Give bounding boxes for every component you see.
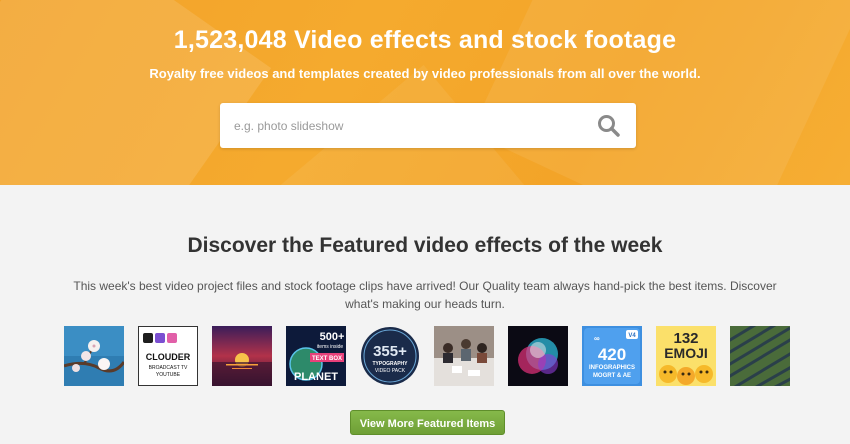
thumbnail-text: MOGRT & AE	[593, 373, 631, 379]
solar-farm-thumbnail[interactable]	[730, 326, 790, 386]
thumbnail-text: 420	[598, 345, 626, 364]
color-powder-thumbnail[interactable]	[508, 326, 568, 386]
featured-description: This week's best video project files and…	[73, 279, 777, 311]
view-more-featured-button[interactable]: View More Featured Items	[350, 410, 505, 435]
thumbnail-text: V4	[628, 333, 636, 339]
meeting-thumbnail[interactable]	[434, 326, 494, 386]
thumbnail-text: PLANET	[294, 371, 338, 383]
typography-pack-thumbnail[interactable]: 355+ TYPOGRAPHY VIDEO PACK	[360, 326, 420, 386]
emoji-thumbnail[interactable]: 132 EMOJI	[656, 326, 716, 386]
featured-thumbnails: CLOUDER BROADCAST TV YOUTUBE 500+ items …	[64, 326, 794, 386]
thumbnail-text: YOUTUBE	[156, 372, 181, 378]
hero-banner: 1,523,048 Video effects and stock footag…	[0, 0, 850, 185]
svg-text:∞: ∞	[594, 334, 600, 343]
infographics-thumbnail[interactable]: ∞ V4 420 INFOGRAPHICS MOGRT & AE	[582, 326, 642, 386]
hero-title: 1,523,048 Video effects and stock footag…	[173, 26, 677, 54]
thumbnail-text: TYPOGRAPHY	[372, 361, 408, 367]
featured-title: Discover the Featured video effects of t…	[187, 234, 663, 257]
sunset-thumbnail[interactable]	[212, 326, 272, 386]
thumbnail-text: BROADCAST TV	[149, 365, 188, 371]
clouder-thumbnail[interactable]: CLOUDER BROADCAST TV YOUTUBE	[138, 326, 198, 386]
thumbnail-text: TEXT BOX	[312, 356, 342, 362]
thumbnail-text: 500+	[320, 331, 345, 343]
thumbnail-text: CLOUDER	[146, 352, 191, 362]
thumbnail-text: 355+	[373, 343, 407, 360]
thumbnail-text: INFOGRAPHICS	[589, 365, 635, 371]
search-input[interactable]	[234, 103, 574, 148]
cherry-blossom-thumbnail[interactable]	[64, 326, 124, 386]
hero-subtitle: Royalty free videos and templates create…	[149, 66, 701, 81]
search-bar	[220, 103, 636, 148]
text-box-planet-thumbnail[interactable]: 500+ items inside TEXT BOX PLANET	[286, 326, 346, 386]
search-icon[interactable]	[596, 113, 622, 139]
thumbnail-text: VIDEO PACK	[375, 368, 406, 374]
thumbnail-text: items inside	[317, 344, 344, 350]
thumbnail-text: EMOJI	[664, 345, 708, 361]
